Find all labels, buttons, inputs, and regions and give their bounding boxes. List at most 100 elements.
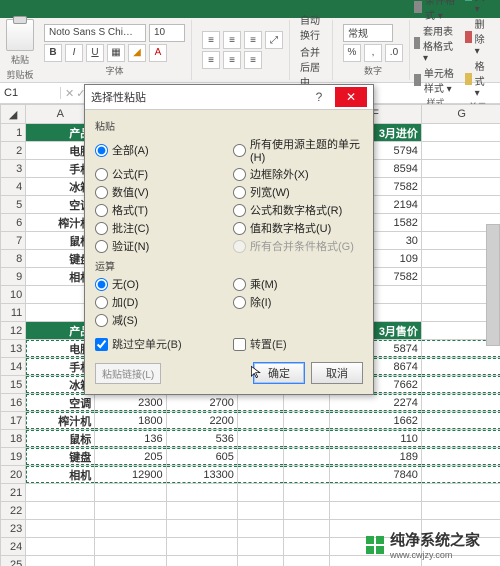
paste-radio[interactable]: 数值(V) xyxy=(95,184,225,200)
cell[interactable] xyxy=(237,466,283,484)
table-format[interactable]: 套用表格格式 ▾ xyxy=(414,23,457,64)
cell[interactable] xyxy=(283,412,329,430)
fontcolor-button[interactable]: A xyxy=(149,44,167,62)
cell[interactable] xyxy=(329,502,421,520)
cell[interactable] xyxy=(237,538,283,556)
row-header[interactable]: 2 xyxy=(1,142,26,160)
row-header[interactable]: 12 xyxy=(1,322,26,340)
cell[interactable] xyxy=(26,538,95,556)
op-radio[interactable]: 除(I) xyxy=(233,294,363,310)
row-header[interactable]: 21 xyxy=(1,484,26,502)
cell[interactable] xyxy=(421,412,500,430)
cell[interactable] xyxy=(283,448,329,466)
op-radio[interactable]: 减(S) xyxy=(95,312,225,328)
cell[interactable]: 空调 xyxy=(26,394,95,412)
orientation[interactable]: ⤢ xyxy=(265,31,283,49)
cell[interactable] xyxy=(421,430,500,448)
ok-button[interactable]: 确定 xyxy=(253,362,305,384)
insert-cells[interactable]: 插入 ▾ xyxy=(465,0,490,15)
inc-dec-btn[interactable]: .0 xyxy=(385,44,403,62)
cell[interactable]: 键盘 xyxy=(26,448,95,466)
row-header[interactable]: 22 xyxy=(1,502,26,520)
op-radio[interactable]: 加(D) xyxy=(95,294,225,310)
paste-radio[interactable]: 所有使用源主题的单元(H) xyxy=(233,136,363,164)
help-button[interactable]: ? xyxy=(303,87,335,107)
op-radio[interactable]: 无(O) xyxy=(95,276,225,292)
row-header[interactable]: 18 xyxy=(1,430,26,448)
paste-radio[interactable]: 全部(A) xyxy=(95,136,225,164)
row-header[interactable]: 3 xyxy=(1,160,26,178)
cell[interactable] xyxy=(329,484,421,502)
border-button[interactable]: ▦ xyxy=(107,44,125,62)
cell[interactable] xyxy=(283,502,329,520)
merge-center[interactable]: 合并后居中 xyxy=(300,44,326,89)
cell[interactable] xyxy=(26,520,95,538)
cell[interactable]: 536 xyxy=(166,430,237,448)
cell[interactable] xyxy=(166,502,237,520)
cell[interactable] xyxy=(283,394,329,412)
close-button[interactable]: ✕ xyxy=(335,87,367,107)
cell[interactable]: 2300 xyxy=(95,394,166,412)
cell[interactable] xyxy=(237,394,283,412)
cell[interactable] xyxy=(283,430,329,448)
number-format[interactable]: 常规 xyxy=(343,24,393,42)
cell[interactable]: 相机 xyxy=(26,466,95,484)
cell[interactable]: 1800 xyxy=(95,412,166,430)
row-header[interactable]: 6 xyxy=(1,214,26,232)
select-all[interactable]: ◢ xyxy=(1,105,26,124)
align-top[interactable]: ≡ xyxy=(202,31,220,49)
comma-btn[interactable]: , xyxy=(364,44,382,62)
cell[interactable]: 12900 xyxy=(95,466,166,484)
row-header[interactable]: 1 xyxy=(1,124,26,142)
dialog-titlebar[interactable]: 选择性粘贴 ? ✕ xyxy=(85,85,373,110)
table-row[interactable]: 18鼠标136536110 xyxy=(1,430,500,448)
cell[interactable] xyxy=(237,556,283,566)
fillcolor-button[interactable]: ◢ xyxy=(128,44,146,62)
cell[interactable] xyxy=(237,448,283,466)
cell[interactable]: 13300 xyxy=(166,466,237,484)
cell[interactable] xyxy=(237,502,283,520)
cancel-button[interactable]: 取消 xyxy=(311,362,363,384)
paste-radio[interactable]: 边框除外(X) xyxy=(233,166,363,182)
cell[interactable] xyxy=(283,538,329,556)
cond-format[interactable]: 条件格式 ▾ xyxy=(414,0,457,22)
align-right[interactable]: ≡ xyxy=(244,51,262,69)
cell[interactable] xyxy=(283,520,329,538)
table-row[interactable]: 16空调230027002274 xyxy=(1,394,500,412)
cell[interactable] xyxy=(283,556,329,566)
cell[interactable]: 1662 xyxy=(329,412,421,430)
row-header[interactable]: 10 xyxy=(1,286,26,304)
row-header[interactable]: 23 xyxy=(1,520,26,538)
paste-radio[interactable]: 公式(F) xyxy=(95,166,225,182)
paste-link-button[interactable]: 粘贴链接(L) xyxy=(95,363,161,384)
font-name-select[interactable]: Noto Sans S Chi… xyxy=(44,24,146,42)
align-center[interactable]: ≡ xyxy=(223,51,241,69)
row-header[interactable]: 20 xyxy=(1,466,26,484)
table-row[interactable]: 19键盘205605189 xyxy=(1,448,500,466)
row-header[interactable]: 25 xyxy=(1,556,26,566)
cell[interactable] xyxy=(421,466,500,484)
paste-radio[interactable]: 列宽(W) xyxy=(233,184,363,200)
cell[interactable]: 2274 xyxy=(329,394,421,412)
cell[interactable] xyxy=(283,484,329,502)
format-cells[interactable]: 格式 ▾ xyxy=(465,58,490,99)
cell[interactable] xyxy=(421,142,500,160)
bold-button[interactable]: B xyxy=(44,44,62,62)
row-header[interactable]: 13 xyxy=(1,340,26,358)
cell[interactable] xyxy=(95,520,166,538)
cell[interactable] xyxy=(421,196,500,214)
row-header[interactable]: 7 xyxy=(1,232,26,250)
cell[interactable] xyxy=(421,124,500,142)
wrap-text[interactable]: 自动换行 xyxy=(300,12,326,42)
cell[interactable] xyxy=(421,394,500,412)
cell[interactable]: 2200 xyxy=(166,412,237,430)
cell[interactable]: 605 xyxy=(166,448,237,466)
row-header[interactable]: 19 xyxy=(1,448,26,466)
paste-radio[interactable]: 所有合并条件格式(G) xyxy=(233,238,363,254)
col-G[interactable]: G xyxy=(421,105,500,124)
font-size-select[interactable]: 10 xyxy=(149,24,185,42)
cell[interactable] xyxy=(26,484,95,502)
currency-btn[interactable]: % xyxy=(343,44,361,62)
table-row[interactable]: 20相机12900133007840 xyxy=(1,466,500,484)
row-header[interactable]: 5 xyxy=(1,196,26,214)
